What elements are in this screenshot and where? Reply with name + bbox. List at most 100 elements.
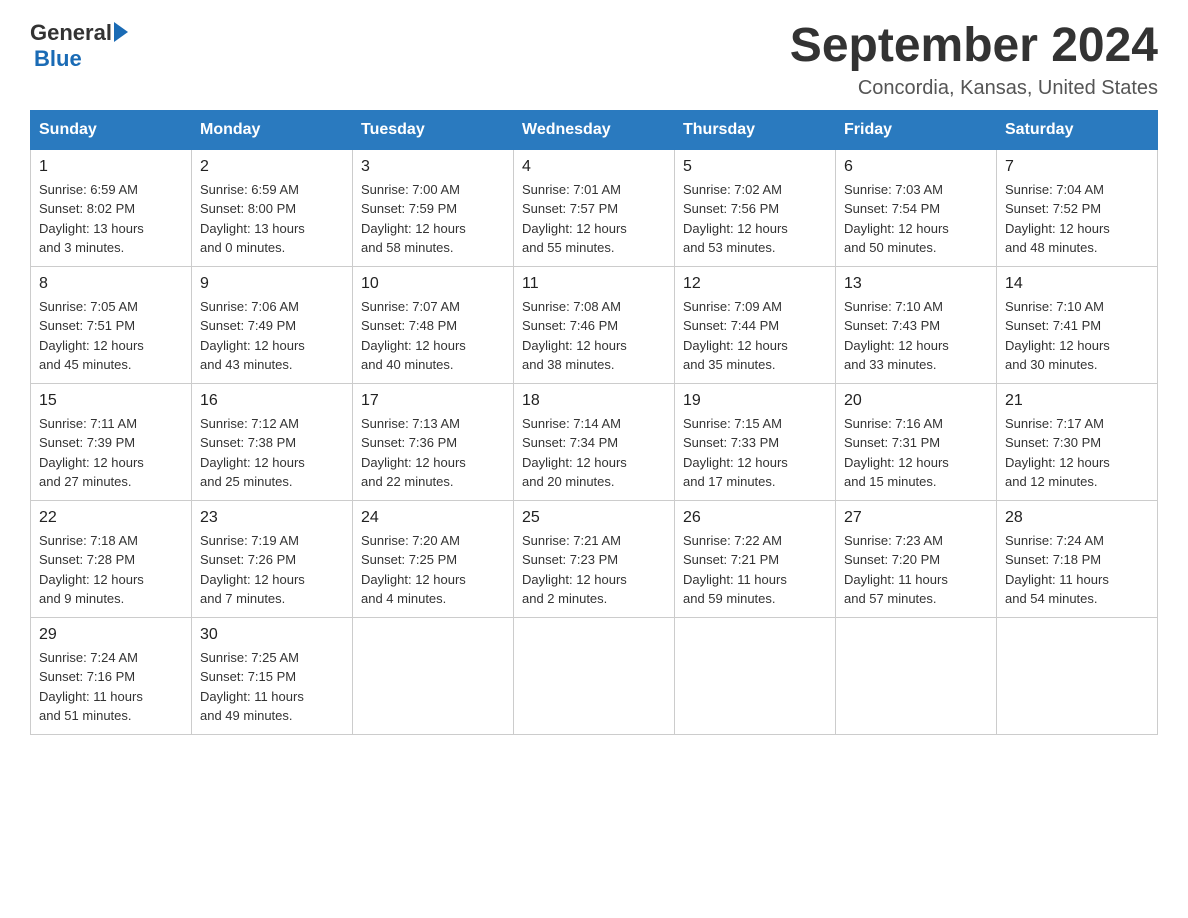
day-number: 24 xyxy=(361,509,505,527)
calendar-week-5: 29Sunrise: 7:24 AM Sunset: 7:16 PM Dayli… xyxy=(31,617,1158,734)
day-number: 15 xyxy=(39,392,183,410)
calendar-cell xyxy=(997,617,1158,734)
logo-general-text: General xyxy=(30,20,112,46)
calendar-week-2: 8 Sunrise: 7:05 AM Sunset: 7:51 PM Daylig… xyxy=(31,266,1158,383)
calendar-cell: 20 Sunrise: 7:16 AM Sunset: 7:31 PM Dayli… xyxy=(836,383,997,500)
calendar-week-1: 1Sunrise: 6:59 AM Sunset: 8:02 PM Daylig… xyxy=(31,149,1158,266)
day-info: Sunrise: 7:14 AM Sunset: 7:34 PM Dayligh… xyxy=(522,414,666,492)
day-info: Sunrise: 6:59 AM Sunset: 8:00 PM Dayligh… xyxy=(200,180,344,258)
calendar-cell: 22 Sunrise: 7:18 AM Sunset: 7:28 PM Dayli… xyxy=(31,500,192,617)
day-info: Sunrise: 7:25 AM Sunset: 7:15 PM Dayligh… xyxy=(200,648,344,726)
day-info: Sunrise: 7:22 AM Sunset: 7:21 PM Dayligh… xyxy=(683,531,827,609)
calendar-body: 1Sunrise: 6:59 AM Sunset: 8:02 PM Daylig… xyxy=(31,149,1158,734)
day-number: 8 xyxy=(39,275,183,293)
day-info: Sunrise: 7:19 AM Sunset: 7:26 PM Dayligh… xyxy=(200,531,344,609)
weekday-header-saturday: Saturday xyxy=(997,110,1158,149)
weekday-header-sunday: Sunday xyxy=(31,110,192,149)
day-info: Sunrise: 7:07 AM Sunset: 7:48 PM Dayligh… xyxy=(361,297,505,375)
weekday-header-tuesday: Tuesday xyxy=(353,110,514,149)
day-info: Sunrise: 7:15 AM Sunset: 7:33 PM Dayligh… xyxy=(683,414,827,492)
calendar-cell: 27 Sunrise: 7:23 AM Sunset: 7:20 PM Dayli… xyxy=(836,500,997,617)
weekday-header-thursday: Thursday xyxy=(675,110,836,149)
day-info: Sunrise: 7:17 AM Sunset: 7:30 PM Dayligh… xyxy=(1005,414,1149,492)
day-number: 13 xyxy=(844,275,988,293)
title-block: September 2024 Concordia, Kansas, United… xyxy=(790,20,1158,100)
day-number: 14 xyxy=(1005,275,1149,293)
day-number: 30 xyxy=(200,626,344,644)
calendar-cell xyxy=(675,617,836,734)
day-number: 3 xyxy=(361,158,505,176)
weekday-header-monday: Monday xyxy=(192,110,353,149)
weekday-header-wednesday: Wednesday xyxy=(514,110,675,149)
day-number: 6 xyxy=(844,158,988,176)
page-header: General Blue September 2024 Concordia, K… xyxy=(30,20,1158,100)
day-number: 1 xyxy=(39,158,183,176)
calendar-cell: 28Sunrise: 7:24 AM Sunset: 7:18 PM Dayli… xyxy=(997,500,1158,617)
calendar-cell: 30 Sunrise: 7:25 AM Sunset: 7:15 PM Dayli… xyxy=(192,617,353,734)
calendar-cell: 7Sunrise: 7:04 AM Sunset: 7:52 PM Daylig… xyxy=(997,149,1158,266)
calendar-header: SundayMondayTuesdayWednesdayThursdayFrid… xyxy=(31,110,1158,149)
day-info: Sunrise: 7:03 AM Sunset: 7:54 PM Dayligh… xyxy=(844,180,988,258)
calendar-cell: 26 Sunrise: 7:22 AM Sunset: 7:21 PM Dayli… xyxy=(675,500,836,617)
day-info: Sunrise: 7:01 AM Sunset: 7:57 PM Dayligh… xyxy=(522,180,666,258)
calendar-cell: 9 Sunrise: 7:06 AM Sunset: 7:49 PM Daylig… xyxy=(192,266,353,383)
day-info: Sunrise: 7:10 AM Sunset: 7:41 PM Dayligh… xyxy=(1005,297,1149,375)
day-number: 19 xyxy=(683,392,827,410)
month-title: September 2024 xyxy=(790,20,1158,73)
calendar-cell: 2Sunrise: 6:59 AM Sunset: 8:00 PM Daylig… xyxy=(192,149,353,266)
calendar-table: SundayMondayTuesdayWednesdayThursdayFrid… xyxy=(30,110,1158,735)
calendar-cell: 4 Sunrise: 7:01 AM Sunset: 7:57 PM Daylig… xyxy=(514,149,675,266)
day-number: 21 xyxy=(1005,392,1149,410)
logo-arrow-icon xyxy=(114,22,128,42)
day-info: Sunrise: 7:04 AM Sunset: 7:52 PM Dayligh… xyxy=(1005,180,1149,258)
day-info: Sunrise: 7:12 AM Sunset: 7:38 PM Dayligh… xyxy=(200,414,344,492)
day-number: 27 xyxy=(844,509,988,527)
calendar-cell: 16Sunrise: 7:12 AM Sunset: 7:38 PM Dayli… xyxy=(192,383,353,500)
calendar-cell xyxy=(353,617,514,734)
day-number: 9 xyxy=(200,275,344,293)
day-number: 20 xyxy=(844,392,988,410)
day-info: Sunrise: 7:21 AM Sunset: 7:23 PM Dayligh… xyxy=(522,531,666,609)
day-number: 22 xyxy=(39,509,183,527)
day-info: Sunrise: 7:13 AM Sunset: 7:36 PM Dayligh… xyxy=(361,414,505,492)
calendar-cell: 11Sunrise: 7:08 AM Sunset: 7:46 PM Dayli… xyxy=(514,266,675,383)
calendar-week-3: 15 Sunrise: 7:11 AM Sunset: 7:39 PM Dayli… xyxy=(31,383,1158,500)
day-info: Sunrise: 7:06 AM Sunset: 7:49 PM Dayligh… xyxy=(200,297,344,375)
calendar-cell: 15 Sunrise: 7:11 AM Sunset: 7:39 PM Dayli… xyxy=(31,383,192,500)
day-number: 12 xyxy=(683,275,827,293)
day-number: 26 xyxy=(683,509,827,527)
calendar-cell: 5Sunrise: 7:02 AM Sunset: 7:56 PM Daylig… xyxy=(675,149,836,266)
calendar-cell: 8 Sunrise: 7:05 AM Sunset: 7:51 PM Daylig… xyxy=(31,266,192,383)
day-number: 25 xyxy=(522,509,666,527)
calendar-cell: 13Sunrise: 7:10 AM Sunset: 7:43 PM Dayli… xyxy=(836,266,997,383)
calendar-cell: 19 Sunrise: 7:15 AM Sunset: 7:33 PM Dayli… xyxy=(675,383,836,500)
calendar-cell: 21 Sunrise: 7:17 AM Sunset: 7:30 PM Dayli… xyxy=(997,383,1158,500)
day-number: 4 xyxy=(522,158,666,176)
calendar-cell: 14 Sunrise: 7:10 AM Sunset: 7:41 PM Dayli… xyxy=(997,266,1158,383)
day-info: Sunrise: 7:11 AM Sunset: 7:39 PM Dayligh… xyxy=(39,414,183,492)
calendar-cell: 3Sunrise: 7:00 AM Sunset: 7:59 PM Daylig… xyxy=(353,149,514,266)
day-number: 23 xyxy=(200,509,344,527)
weekday-header-friday: Friday xyxy=(836,110,997,149)
day-info: Sunrise: 7:02 AM Sunset: 7:56 PM Dayligh… xyxy=(683,180,827,258)
day-number: 17 xyxy=(361,392,505,410)
logo-blue-text: Blue xyxy=(34,46,82,72)
calendar-cell: 24Sunrise: 7:20 AM Sunset: 7:25 PM Dayli… xyxy=(353,500,514,617)
day-info: Sunrise: 7:18 AM Sunset: 7:28 PM Dayligh… xyxy=(39,531,183,609)
calendar-cell: 17 Sunrise: 7:13 AM Sunset: 7:36 PM Dayli… xyxy=(353,383,514,500)
day-info: Sunrise: 7:16 AM Sunset: 7:31 PM Dayligh… xyxy=(844,414,988,492)
calendar-week-4: 22 Sunrise: 7:18 AM Sunset: 7:28 PM Dayli… xyxy=(31,500,1158,617)
calendar-cell: 25 Sunrise: 7:21 AM Sunset: 7:23 PM Dayli… xyxy=(514,500,675,617)
calendar-cell xyxy=(836,617,997,734)
day-info: Sunrise: 7:23 AM Sunset: 7:20 PM Dayligh… xyxy=(844,531,988,609)
day-info: Sunrise: 7:05 AM Sunset: 7:51 PM Dayligh… xyxy=(39,297,183,375)
logo: General Blue xyxy=(30,20,128,72)
weekday-header-row: SundayMondayTuesdayWednesdayThursdayFrid… xyxy=(31,110,1158,149)
calendar-cell: 23 Sunrise: 7:19 AM Sunset: 7:26 PM Dayli… xyxy=(192,500,353,617)
calendar-cell xyxy=(514,617,675,734)
day-info: Sunrise: 7:24 AM Sunset: 7:18 PM Dayligh… xyxy=(1005,531,1149,609)
day-number: 18 xyxy=(522,392,666,410)
location-label: Concordia, Kansas, United States xyxy=(790,77,1158,100)
calendar-cell: 29Sunrise: 7:24 AM Sunset: 7:16 PM Dayli… xyxy=(31,617,192,734)
day-info: Sunrise: 7:09 AM Sunset: 7:44 PM Dayligh… xyxy=(683,297,827,375)
